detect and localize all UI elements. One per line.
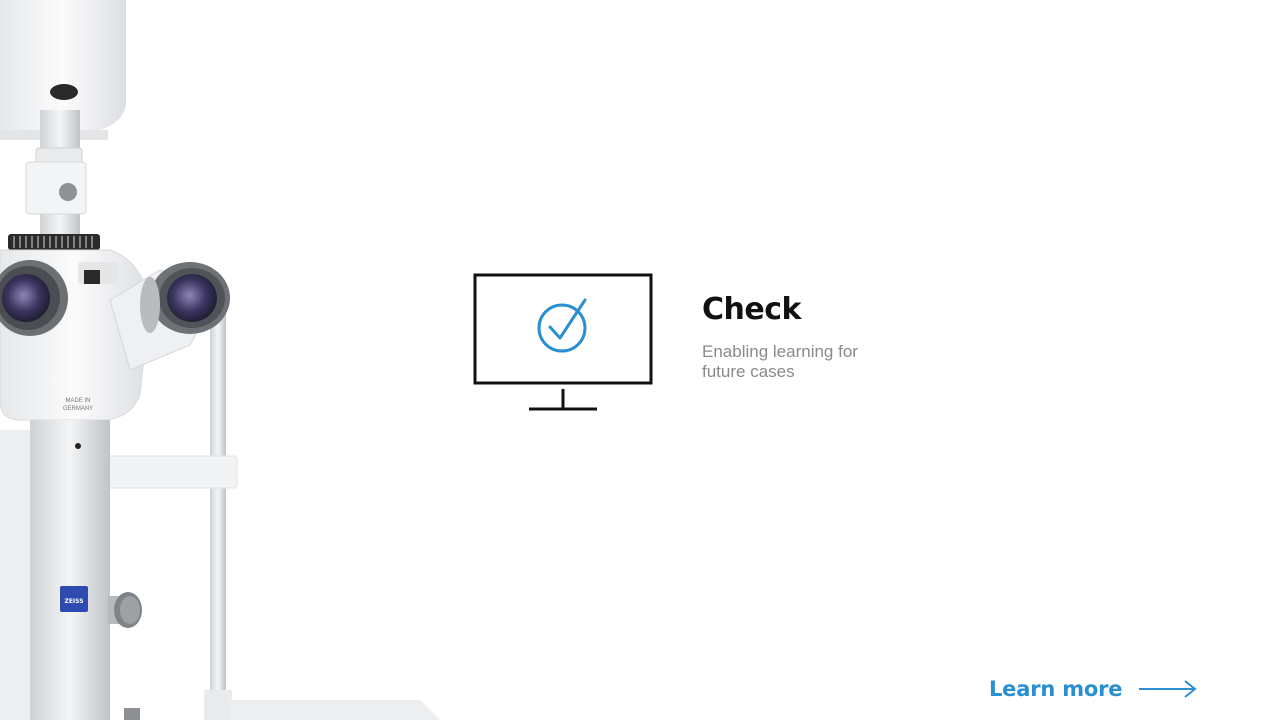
svg-text:MADE IN: MADE IN	[65, 398, 90, 404]
svg-text:ZEISS: ZEISS	[64, 598, 83, 605]
learn-more-link[interactable]: Learn more	[989, 672, 1198, 706]
arrow-right-icon	[1139, 680, 1197, 698]
feature-title: Check	[702, 292, 801, 327]
svg-text:GERMANY: GERMANY	[63, 406, 93, 412]
monitor-check-icon	[473, 273, 653, 411]
slit-lamp-image: MADE IN GERMANY ZEISS	[0, 0, 440, 720]
feature-subtitle: Enabling learning for future cases	[702, 342, 858, 381]
feature-block: Check Enabling learning for future cases	[702, 292, 962, 382]
learn-more-label: Learn more	[989, 677, 1123, 701]
slide: MADE IN GERMANY ZEISS Check Enabling lea…	[0, 0, 1280, 720]
